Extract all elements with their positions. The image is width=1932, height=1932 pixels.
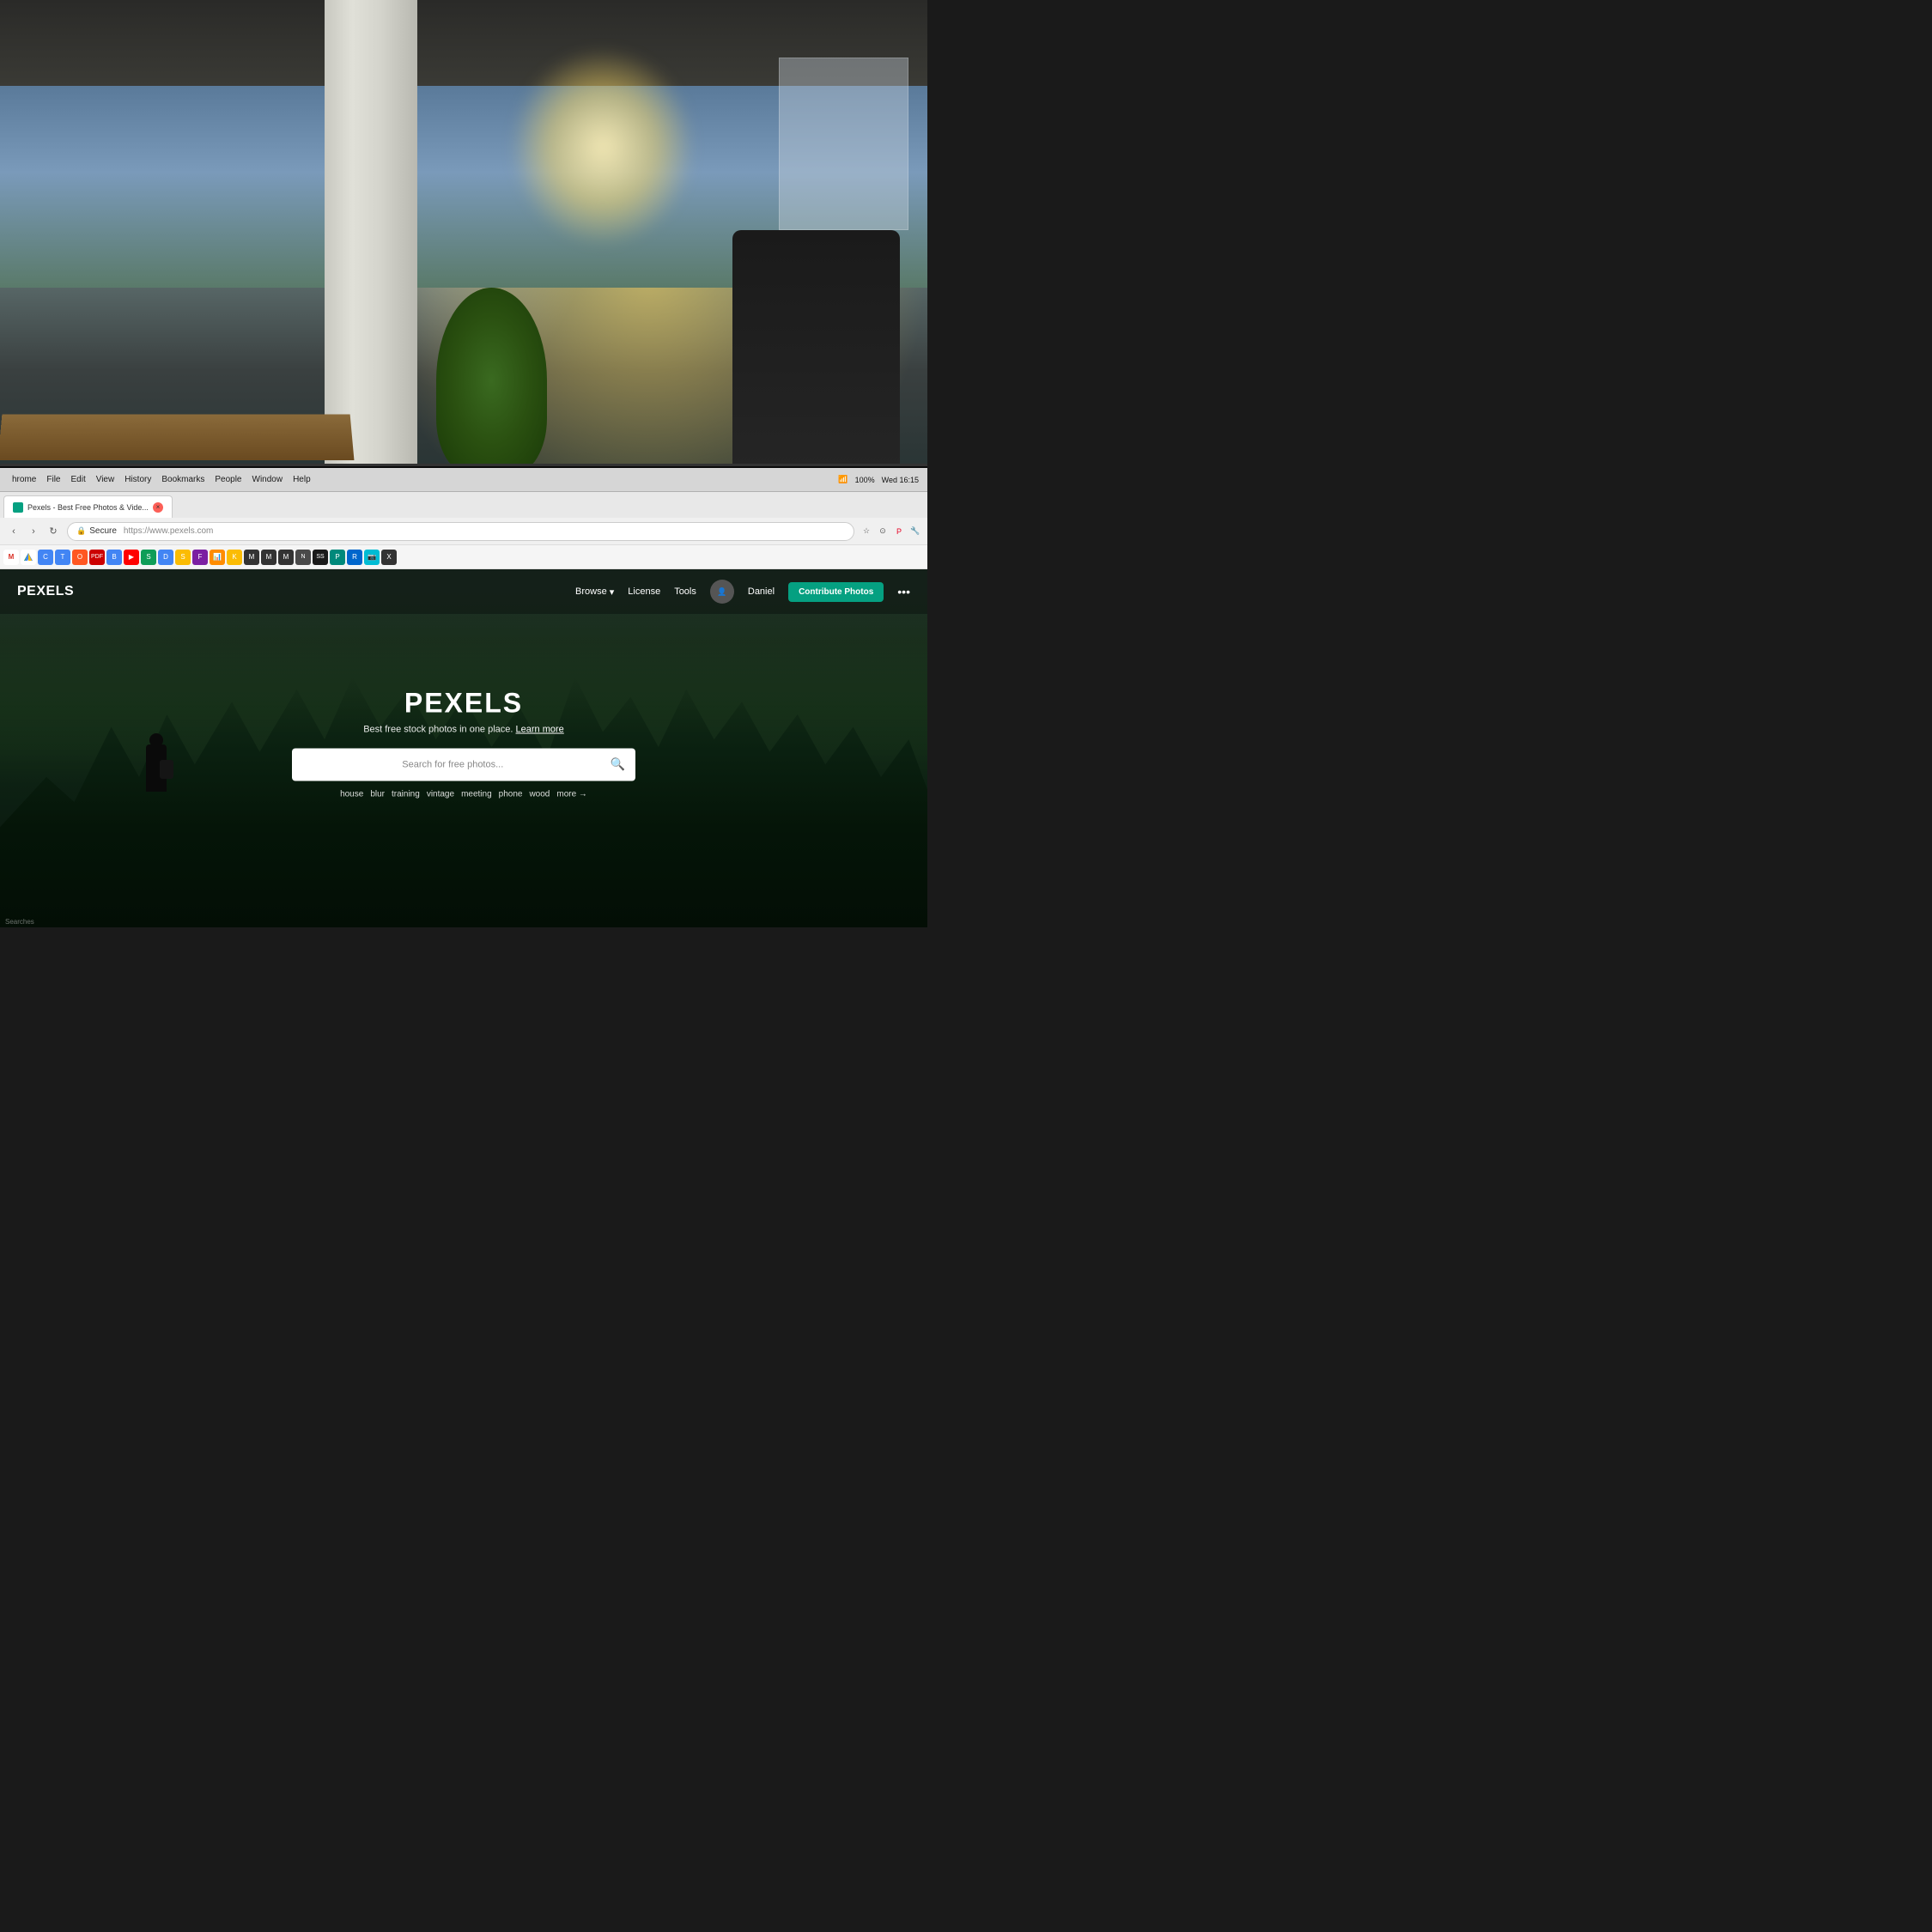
tag-vintage[interactable]: vintage bbox=[427, 789, 454, 799]
ext-m2[interactable]: M bbox=[261, 550, 276, 565]
sys-tray-time: Wed 16:15 bbox=[880, 476, 920, 484]
tag-blur[interactable]: blur bbox=[370, 789, 385, 799]
tab-favicon bbox=[13, 502, 23, 513]
secure-indicator: 🔒 bbox=[76, 526, 86, 536]
menu-file[interactable]: File bbox=[41, 473, 65, 486]
user-avatar[interactable]: 👤 bbox=[710, 580, 734, 604]
hero-content: PEXELS Best free stock photos in one pla… bbox=[93, 687, 835, 799]
titlebar-right: 📶 100% Wed 16:15 bbox=[836, 475, 920, 484]
ext-camera[interactable]: 📷 bbox=[364, 550, 380, 565]
screen-content: hrome File Edit View History Bookmarks P… bbox=[0, 468, 927, 927]
ext-slides[interactable]: S bbox=[175, 550, 191, 565]
pexels-logo-nav: PEXELS bbox=[17, 584, 74, 599]
bookmark-star-icon[interactable]: ☆ bbox=[860, 525, 873, 538]
ext-recycle[interactable]: R bbox=[347, 550, 362, 565]
browser: hrome File Edit View History Bookmarks P… bbox=[0, 468, 927, 927]
browse-label: Browse bbox=[575, 586, 607, 597]
nav-tools[interactable]: Tools bbox=[674, 586, 696, 597]
addressbar-right: ☆ ⊙ P 🔧 bbox=[860, 525, 922, 538]
menu-help[interactable]: Help bbox=[288, 473, 316, 486]
ext-docs[interactable]: D bbox=[158, 550, 173, 565]
office-table bbox=[0, 415, 355, 460]
tag-more[interactable]: more → bbox=[556, 789, 587, 799]
ext-orange[interactable]: O bbox=[72, 550, 88, 565]
menu-history[interactable]: History bbox=[119, 473, 156, 486]
sys-tray-battery: 100% bbox=[854, 476, 877, 484]
pexels-site: PEXELS Browse ▾ License Tools bbox=[0, 569, 927, 927]
tabbar: Pexels - Best Free Photos & Vide... × bbox=[0, 492, 927, 518]
ext-sheets[interactable]: S bbox=[141, 550, 156, 565]
ext-yt[interactable]: ▶ bbox=[124, 550, 139, 565]
ext-analytics[interactable]: 📊 bbox=[210, 550, 225, 565]
contribute-photos-button[interactable]: Contribute Photos bbox=[788, 582, 884, 602]
ext-m1[interactable]: M bbox=[244, 550, 259, 565]
menu-bookmarks[interactable]: Bookmarks bbox=[156, 473, 210, 486]
ext-nt[interactable]: N bbox=[295, 550, 311, 565]
tab-pexels[interactable]: Pexels - Best Free Photos & Vide... × bbox=[3, 495, 173, 518]
tab-title: Pexels - Best Free Photos & Vide... bbox=[27, 503, 149, 512]
hero-subtitle: Best free stock photos in one place. Lea… bbox=[93, 724, 835, 734]
menu-edit[interactable]: Edit bbox=[65, 473, 90, 486]
browse-chevron-icon: ▾ bbox=[610, 586, 615, 598]
ext-m3[interactable]: M bbox=[278, 550, 294, 565]
tag-phone[interactable]: phone bbox=[499, 789, 523, 799]
tag-wood[interactable]: wood bbox=[529, 789, 550, 799]
nav-browse[interactable]: Browse ▾ bbox=[575, 586, 614, 598]
window-right bbox=[779, 58, 908, 230]
learn-more-link[interactable]: Learn more bbox=[516, 724, 564, 734]
ext-calendar[interactable]: C bbox=[38, 550, 53, 565]
addressbar: ‹ › ↻ 🔒 Secure https://www.pexels.com ☆ … bbox=[0, 518, 927, 545]
extensions-bar: M C T O PDF B ▶ S D S F 📊 K M bbox=[0, 545, 927, 569]
window-glow bbox=[510, 46, 696, 247]
user-name[interactable]: Daniel bbox=[748, 586, 775, 597]
search-tags: house blur training vintage meeting phon… bbox=[93, 789, 835, 799]
pexels-nav: PEXELS Browse ▾ License Tools bbox=[0, 569, 927, 614]
avatar-icon: 👤 bbox=[717, 587, 726, 597]
search-placeholder-text: Search for free photos... bbox=[302, 759, 604, 769]
ext-p1[interactable]: P bbox=[330, 550, 345, 565]
tools-label: Tools bbox=[674, 586, 696, 597]
monitor-bezel: hrome File Edit View History Bookmarks P… bbox=[0, 464, 927, 927]
ext-b1[interactable]: B bbox=[106, 550, 122, 565]
searches-label: Searches bbox=[5, 918, 34, 926]
ext-keep[interactable]: K bbox=[227, 550, 242, 565]
license-label: License bbox=[628, 586, 660, 597]
ext-forms[interactable]: F bbox=[192, 550, 208, 565]
menu-window[interactable]: Window bbox=[247, 473, 289, 486]
ext-ss[interactable]: SS bbox=[313, 550, 328, 565]
monitor-wrapper: hrome File Edit View History Bookmarks P… bbox=[0, 464, 927, 927]
menu-chrome[interactable]: hrome bbox=[7, 473, 41, 486]
tag-meeting[interactable]: meeting bbox=[461, 789, 492, 799]
ext-x1[interactable]: X bbox=[381, 550, 397, 565]
nav-license[interactable]: License bbox=[628, 586, 660, 597]
tab-close-button[interactable]: × bbox=[153, 502, 163, 513]
ext-gdrive[interactable] bbox=[21, 550, 36, 565]
titlebar-menu: hrome File Edit View History Bookmarks P… bbox=[7, 473, 316, 486]
plant-top bbox=[436, 288, 548, 475]
nav-more-button[interactable]: ••• bbox=[897, 585, 910, 598]
menu-people[interactable]: People bbox=[210, 473, 246, 486]
sys-tray-wifi: 📶 bbox=[836, 475, 849, 484]
search-icon[interactable]: 🔍 bbox=[611, 757, 625, 772]
tag-training[interactable]: training bbox=[392, 789, 420, 799]
cast-icon[interactable]: ⊙ bbox=[876, 525, 890, 538]
menu-view[interactable]: View bbox=[91, 473, 120, 486]
pinterest-icon[interactable]: P bbox=[892, 525, 906, 538]
url-bar[interactable]: 🔒 Secure https://www.pexels.com bbox=[67, 522, 854, 541]
hero-title: PEXELS bbox=[93, 687, 835, 719]
reload-button[interactable]: ↻ bbox=[45, 523, 62, 540]
titlebar: hrome File Edit View History Bookmarks P… bbox=[0, 468, 927, 492]
url-text: https://www.pexels.com bbox=[124, 526, 213, 536]
tag-house[interactable]: house bbox=[340, 789, 363, 799]
url-protocol: Secure bbox=[89, 526, 117, 536]
addon-icon-1[interactable]: 🔧 bbox=[908, 525, 922, 538]
back-button[interactable]: ‹ bbox=[5, 523, 22, 540]
ext-gmail[interactable]: M bbox=[3, 550, 19, 565]
address-nav: ‹ › ↻ bbox=[5, 523, 62, 540]
forward-button[interactable]: › bbox=[25, 523, 42, 540]
ext-tasks[interactable]: T bbox=[55, 550, 70, 565]
ext-pdf[interactable]: PDF bbox=[89, 550, 105, 565]
search-bar[interactable]: Search for free photos... 🔍 bbox=[292, 748, 635, 781]
